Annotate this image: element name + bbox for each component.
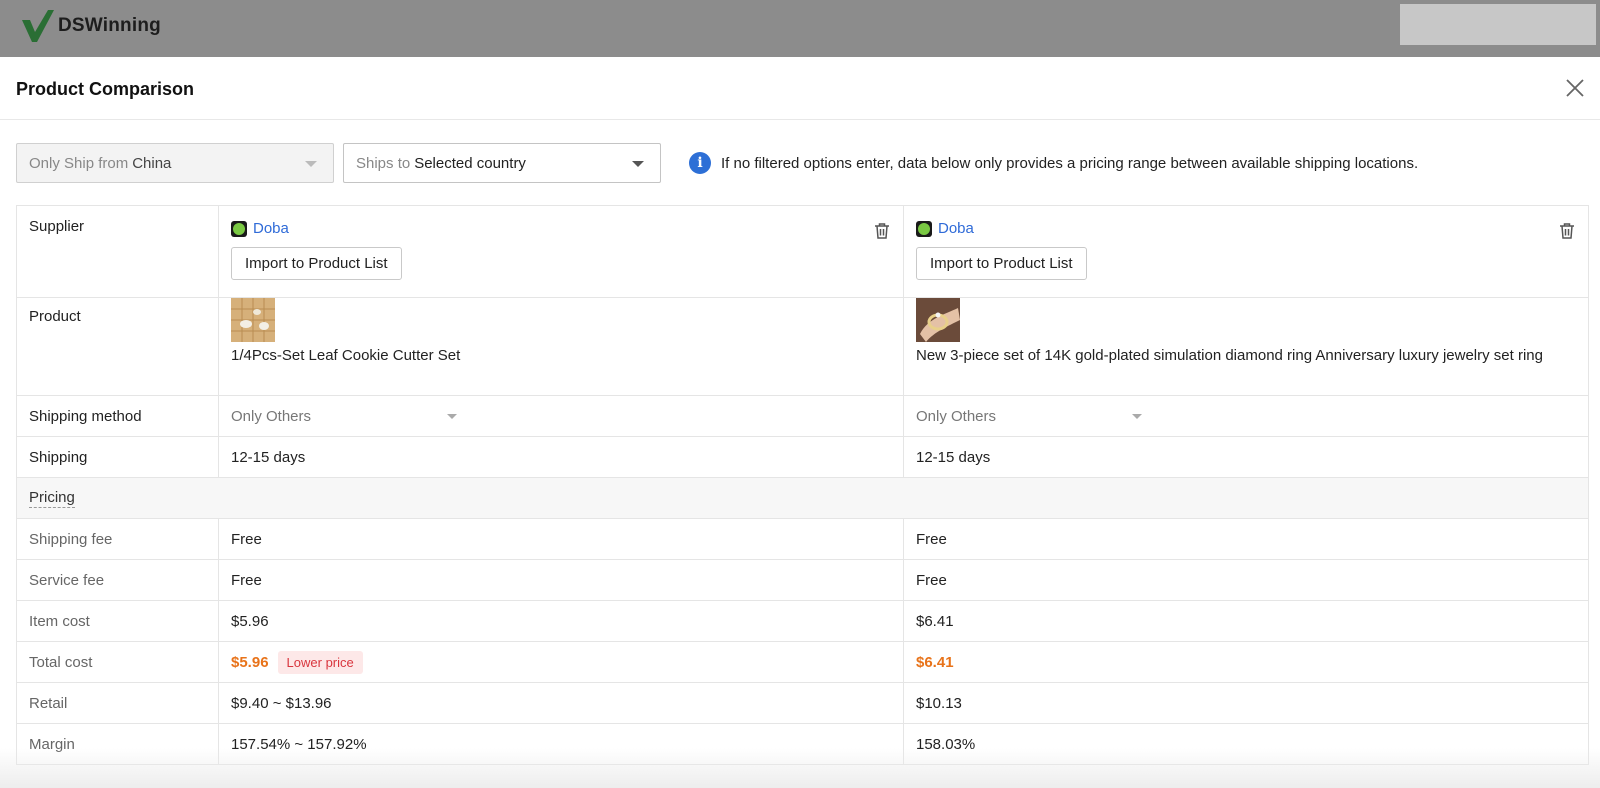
chevron-down-icon [1132, 413, 1142, 419]
row-label: Shipping [17, 437, 219, 477]
modal-title: Product Comparison [16, 79, 195, 99]
info-notice: i If no filtered options enter, data bel… [689, 152, 1418, 174]
shipping-time: 12-15 days [219, 437, 904, 477]
item-cost-value: $5.96 [219, 601, 904, 641]
total-cost-cell: $5.96 Lower price [219, 642, 904, 682]
app-logo[interactable]: DSWinning [20, 8, 161, 44]
info-text: If no filtered options enter, data below… [721, 154, 1419, 172]
margin-row: Margin 157.54% ~ 157.92% 158.03% [17, 724, 1588, 765]
row-label: Item cost [17, 601, 219, 641]
pricing-section-row: Pricing [17, 478, 1588, 519]
supplier-row: Supplier Doba Import to Product List Dob… [17, 206, 1588, 298]
ships-to-select[interactable]: Ships to Selected country [343, 143, 661, 183]
product-column-2: Doba Import to Product List [904, 206, 1588, 297]
import-to-product-list-button[interactable]: Import to Product List [231, 247, 402, 280]
ship-from-prefix: Only Ship from [29, 154, 129, 172]
row-label: Retail [17, 683, 219, 723]
header-account-area[interactable] [1400, 4, 1596, 45]
filter-bar: Only Ship from China Ships to Selected c… [16, 143, 1418, 183]
item-cost-value: $6.41 [916, 612, 954, 630]
supplier-link[interactable]: Doba [253, 220, 289, 237]
retail-row: Retail $9.40 ~ $13.96 $10.13 [17, 683, 1588, 724]
shipping-method-select[interactable]: Only Others [916, 408, 1142, 425]
total-cost-cell: $6.41 [904, 642, 1588, 682]
supplier-logo-icon [231, 220, 247, 237]
shipping-row: Shipping 12-15 days 12-15 days [17, 437, 1588, 478]
ship-from-select: Only Ship from China [16, 143, 334, 183]
product-name[interactable]: 1/4Pcs-Set Leaf Cookie Cutter Set [231, 345, 891, 367]
app-header: DSWinning [0, 0, 1600, 57]
retail-value: $10.13 [916, 694, 962, 712]
row-label: Total cost [17, 642, 219, 682]
row-label: Product [17, 298, 219, 395]
checkmark-logo-icon [22, 10, 54, 42]
ships-to-value: Selected country [414, 154, 526, 172]
close-icon [1566, 79, 1584, 97]
product-column-1: Only Others [219, 396, 904, 436]
product-column-1: 1/4Pcs-Set Leaf Cookie Cutter Set [219, 298, 904, 395]
info-icon: i [689, 152, 711, 174]
ships-to-prefix: Ships to [356, 154, 411, 172]
app-name: DSWinning [58, 15, 161, 36]
shipping-time: 12-15 days [916, 448, 991, 466]
row-label: Margin [17, 724, 219, 764]
margin-value: 157.54% ~ 157.92% [219, 724, 904, 764]
pricing-label[interactable]: Pricing [29, 489, 75, 508]
retail-value: $9.40 ~ $13.96 [219, 683, 904, 723]
row-label: Shipping method [17, 396, 219, 436]
chevron-down-icon [305, 161, 317, 167]
chevron-down-icon [632, 161, 644, 167]
total-cost-value: $6.41 [916, 653, 954, 671]
shipping-fee-value: Free [916, 530, 947, 548]
import-to-product-list-button[interactable]: Import to Product List [916, 247, 1087, 280]
product-name[interactable]: New 3-piece set of 14K gold-plated simul… [916, 345, 1576, 367]
trash-icon[interactable] [1558, 222, 1576, 240]
product-row: Product 1/4Pcs-Set Leaf Cookie Cutter Se… [17, 298, 1588, 396]
product-column-2: Only Others [904, 396, 1588, 436]
service-fee-value: Free [219, 560, 904, 600]
close-button[interactable] [1564, 77, 1586, 99]
service-fee-row: Service fee Free Free [17, 560, 1588, 601]
shipping-method-value: Only Others [916, 407, 997, 425]
shipping-method-value: Only Others [231, 407, 312, 425]
row-label: Supplier [17, 206, 219, 297]
shipping-fee-value: Free [219, 519, 904, 559]
shipping-method-select[interactable]: Only Others [231, 408, 457, 425]
ship-from-value: China [132, 154, 172, 172]
comparison-table: Supplier Doba Import to Product List Dob… [16, 205, 1589, 765]
product-thumbnail[interactable] [916, 298, 960, 342]
item-cost-row: Item cost $5.96 $6.41 [17, 601, 1588, 642]
shipping-fee-row: Shipping fee Free Free [17, 519, 1588, 560]
chevron-down-icon [447, 413, 457, 419]
product-column-2: New 3-piece set of 14K gold-plated simul… [904, 298, 1588, 395]
product-thumbnail[interactable] [231, 298, 275, 342]
total-cost-row: Total cost $5.96 Lower price $6.41 [17, 642, 1588, 683]
row-label: Service fee [17, 560, 219, 600]
row-label: Shipping fee [17, 519, 219, 559]
supplier-link[interactable]: Doba [938, 220, 974, 237]
trash-icon[interactable] [873, 222, 891, 240]
supplier-logo-icon [916, 220, 932, 237]
product-column-1: Doba Import to Product List [219, 206, 904, 297]
supplier-info: Doba [231, 220, 891, 237]
shipping-method-row: Shipping method Only Others Only Others [17, 396, 1588, 437]
modal-header: Product Comparison [0, 57, 1600, 120]
product-comparison-modal: Product Comparison Only Ship from China … [0, 57, 1600, 788]
supplier-info: Doba [916, 220, 1576, 237]
service-fee-value: Free [916, 571, 947, 589]
pricing-header: Pricing [17, 478, 87, 518]
margin-value: 158.03% [916, 735, 976, 753]
total-cost-value: $5.96 [231, 653, 269, 671]
lower-price-badge: Lower price [277, 650, 363, 674]
